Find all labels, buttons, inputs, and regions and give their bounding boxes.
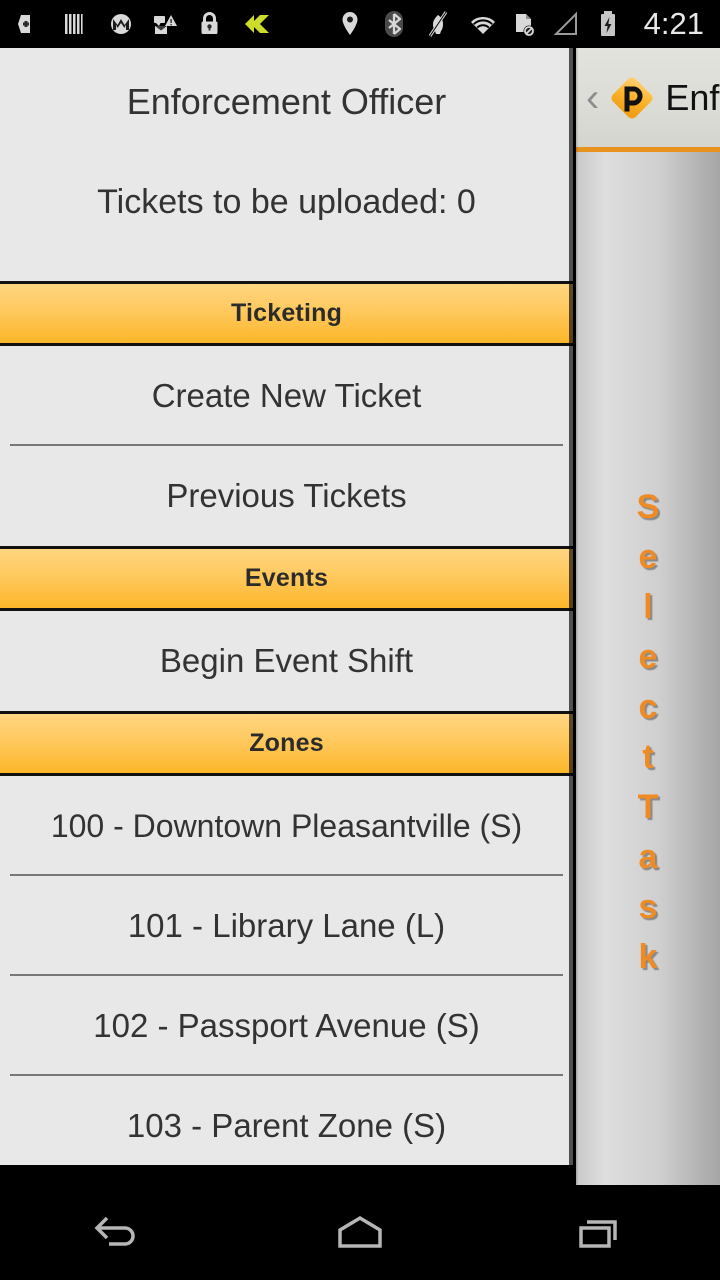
location-pin-icon <box>339 9 367 39</box>
section-header-label: Zones <box>249 729 324 757</box>
zello-icon <box>243 9 271 39</box>
recents-button[interactable] <box>480 1185 720 1280</box>
vertical-char: s <box>638 888 658 926</box>
section-header-ticketing: Ticketing <box>0 281 573 346</box>
list-item-zone-100[interactable]: 100 - Downtown Pleasantville (S) <box>0 776 573 876</box>
list-item-label: 103 - Parent Zone (S) <box>126 1107 447 1144</box>
sd-card-plus-icon <box>18 9 46 39</box>
message-warning-icon <box>153 9 181 39</box>
drawer-action-bar: ‹ Enf <box>576 48 720 152</box>
vertical-char: e <box>638 538 658 576</box>
panel-header: Enforcement Officer Tickets to be upload… <box>0 48 573 226</box>
barcode-icon <box>63 9 91 39</box>
section-header-label: Events <box>244 564 329 592</box>
list-item-zone-103[interactable]: 103 - Parent Zone (S) <box>0 1076 573 1165</box>
status-bar: 4:21 <box>0 0 720 48</box>
section-header-zones: Zones <box>0 711 573 776</box>
vertical-char: k <box>638 938 658 976</box>
list-item-begin-event-shift[interactable]: Begin Event Shift <box>0 611 573 711</box>
wifi-icon <box>468 9 496 39</box>
back-chevron-icon[interactable]: ‹ <box>586 78 599 118</box>
page-title: Enforcement Officer <box>126 81 447 122</box>
lock-icon <box>198 9 226 39</box>
list-item-label: 102 - Passport Avenue (S) <box>93 1007 480 1044</box>
passport-p-logo-icon <box>605 71 659 125</box>
no-sim-icon <box>511 9 539 39</box>
device-screen: 4:21 Enforcement Officer Tickets to be u… <box>0 0 720 1280</box>
bluetooth-icon <box>382 9 410 39</box>
list-item-label: 100 - Downtown Pleasantville (S) <box>50 807 523 844</box>
battery-charging-icon <box>597 9 625 39</box>
vertical-char: a <box>638 838 658 876</box>
section-header-label: Ticketing <box>230 299 343 327</box>
motorola-icon <box>108 9 136 39</box>
signal-icon <box>553 9 582 39</box>
back-button[interactable] <box>0 1185 240 1280</box>
upload-status-text: Tickets to be uploaded: 0 <box>97 183 476 221</box>
task-drawer-panel[interactable]: ‹ Enf S e l e c t T a s k <box>576 48 720 1185</box>
list-item-label: Previous Tickets <box>166 477 407 514</box>
list-item-label: Begin Event Shift <box>159 642 414 679</box>
list-item-zone-101[interactable]: 101 - Library Lane (L) <box>0 876 573 976</box>
status-bar-clock: 4:21 <box>643 6 704 41</box>
android-navigation-bar <box>0 1185 720 1280</box>
vertical-char: t <box>642 738 654 776</box>
vertical-char: T <box>637 788 659 826</box>
list-item-label: 101 - Library Lane (L) <box>127 907 446 944</box>
mute-icon <box>425 9 453 39</box>
vertical-char: c <box>638 688 658 726</box>
status-bar-right-icons: 4:21 <box>339 6 710 41</box>
section-header-events: Events <box>0 546 573 611</box>
drawer-title: Enf <box>665 77 720 118</box>
home-button[interactable] <box>240 1185 480 1280</box>
drawer-body: S e l e c t T a s k <box>576 152 720 1185</box>
header-spacer <box>0 226 573 281</box>
vertical-char: S <box>636 488 660 526</box>
status-bar-left-icons <box>18 9 271 39</box>
list-item-label: Create New Ticket <box>151 377 422 414</box>
vertical-char: e <box>638 638 658 676</box>
main-content-panel: Enforcement Officer Tickets to be upload… <box>0 48 573 1165</box>
list-item-zone-102[interactable]: 102 - Passport Avenue (S) <box>0 976 573 1076</box>
list-item-create-new-ticket[interactable]: Create New Ticket <box>0 346 573 446</box>
list-item-previous-tickets[interactable]: Previous Tickets <box>0 446 573 546</box>
vertical-char: l <box>643 588 653 626</box>
select-task-vertical-label: S e l e c t T a s k <box>576 482 720 982</box>
